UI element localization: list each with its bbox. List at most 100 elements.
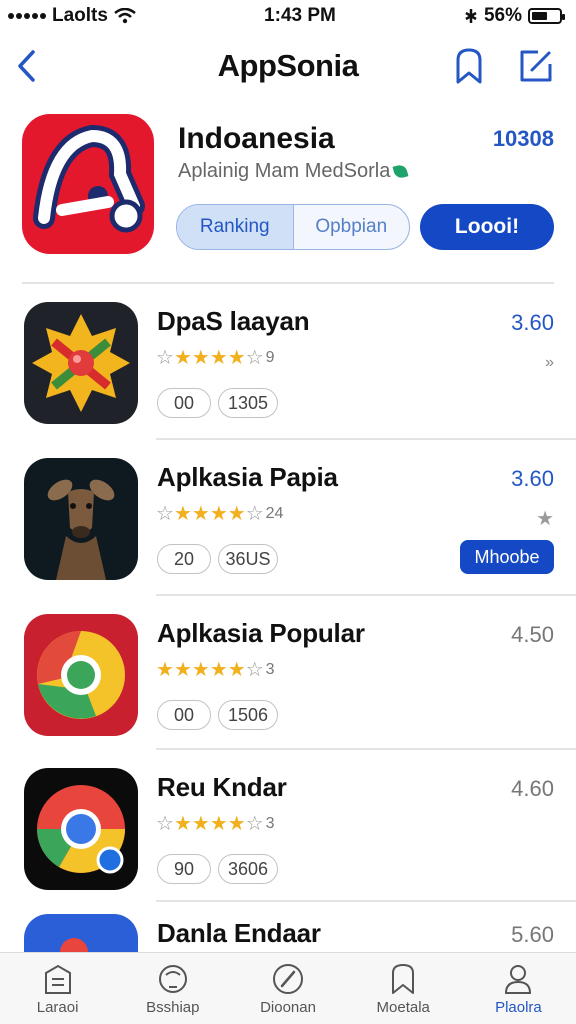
star-icon: ★ <box>191 347 210 369</box>
tab-home[interactable]: Laraoi <box>0 953 115 1024</box>
divider <box>156 438 576 440</box>
featured-subtitle-text: Aplainig Mam MedSorla <box>178 160 391 182</box>
app-action-button[interactable]: Mhoobe <box>460 540 554 574</box>
divider <box>156 594 576 596</box>
tag-pill[interactable]: 36US <box>218 544 278 574</box>
star-icon: ☆ <box>245 813 264 835</box>
list-item[interactable]: DpaS laayan 3.60 ☆ ★ ★ ★ ★ ☆ 9 00 1305 » <box>0 294 576 444</box>
list-item[interactable]: Aplkasia Papia 3.60 ☆ ★ ★ ★ ★ ☆ 24 20 36… <box>0 450 576 600</box>
favorite-star-icon[interactable]: ★ <box>536 506 554 531</box>
compose-icon <box>520 50 552 82</box>
status-left: Laolts <box>8 5 136 27</box>
rating-count: 3 <box>265 815 275 832</box>
star-icon: ★ <box>191 503 210 525</box>
page-title: AppSonia <box>217 48 359 83</box>
tab-profile[interactable]: Plaolra <box>461 953 576 1024</box>
star-icon: ★ <box>209 347 228 369</box>
carrier-label: Laolts <box>52 5 108 26</box>
star-icon: ★ <box>191 813 210 835</box>
tag-pill[interactable]: 1506 <box>218 700 278 730</box>
segment-ranking[interactable]: Ranking <box>177 205 294 249</box>
swirl-logo-graphic <box>37 631 125 719</box>
app-icon <box>24 768 138 890</box>
bookmark-icon <box>392 964 415 994</box>
app-name: Danla Endaar <box>157 918 321 948</box>
star-icon: ☆ <box>245 503 264 525</box>
location-icon <box>465 9 477 23</box>
person-icon <box>505 965 532 994</box>
featured-app-icon[interactable] <box>22 114 154 254</box>
app-name: DpaS laayan <box>157 306 310 336</box>
star-icon: ☆ <box>156 503 174 525</box>
app-score: 3.60 <box>511 466 554 491</box>
star-icon: ★ <box>173 659 192 681</box>
browser-logo-graphic <box>37 785 125 874</box>
bookmark-button[interactable] <box>448 44 490 88</box>
status-time: 1:43 PM <box>264 5 336 26</box>
list-item[interactable]: Reu Kndar 4.60 ☆ ★ ★ ★ ★ ☆ 3 90 3606 <box>0 760 576 910</box>
deer-graphic <box>47 479 115 580</box>
star-icon: ☆ <box>156 347 174 369</box>
segment-option[interactable]: Opbpian <box>294 205 410 249</box>
tag-pill[interactable]: 3606 <box>218 854 278 884</box>
back-button[interactable] <box>8 44 44 88</box>
tag-pill[interactable]: 1305 <box>218 388 278 418</box>
star-icon: ★ <box>156 659 174 681</box>
rating-count: 24 <box>265 505 284 522</box>
chevron-right-icon[interactable]: » <box>545 354 554 372</box>
signal-icon <box>8 13 46 19</box>
star-icon: ★ <box>227 659 246 681</box>
app-name: Reu Kndar <box>157 772 287 802</box>
star-icon: ★ <box>173 503 192 525</box>
chevron-left-icon <box>18 50 35 82</box>
featured-action-button[interactable]: Loooi! <box>420 204 554 250</box>
tab-label: Dioonan <box>260 999 316 1016</box>
status-right: 56% <box>464 5 565 27</box>
tag-pill[interactable]: 20 <box>157 544 211 574</box>
star-icon: ★ <box>227 813 246 835</box>
tab-label: Laraoi <box>36 999 79 1016</box>
rating-count: 3 <box>265 661 275 678</box>
tab-discover[interactable]: Bsshiap <box>115 953 230 1024</box>
app-name: Aplkasia Papia <box>157 462 338 492</box>
tag-pill[interactable]: 90 <box>157 854 211 884</box>
tab-explore[interactable]: Dioonan <box>230 953 345 1024</box>
star-icon: ★ <box>209 813 228 835</box>
compose-button[interactable] <box>514 44 558 88</box>
tab-label: Bsshiap <box>146 999 200 1016</box>
leaf-icon <box>392 163 409 180</box>
star-rating: ☆ ★ ★ ★ ★ ☆ 24 <box>156 504 283 524</box>
list-item[interactable]: Aplkasia Popular 4.50 ★ ★ ★ ★ ★ ☆ 3 00 1… <box>0 606 576 756</box>
battery-icon <box>527 8 565 24</box>
divider <box>22 282 554 284</box>
featured-app-count: 10308 <box>492 126 554 151</box>
star-rating: ★ ★ ★ ★ ★ ☆ 3 <box>156 660 275 680</box>
app-score: 5.60 <box>511 922 554 947</box>
partial-logo-graphic <box>60 938 88 952</box>
app-score: 3.60 <box>511 310 554 335</box>
tab-bar: Laraoi Bsshiap Dioonan Moetala Plaolra <box>0 952 576 1024</box>
app-icon <box>24 458 138 580</box>
building-icon <box>44 964 71 994</box>
bookmark-icon <box>456 48 482 84</box>
tag-pill[interactable]: 00 <box>157 700 211 730</box>
featured-app-title: Indoanesia <box>178 122 335 155</box>
status-bar: Laolts 1:43 PM 56% <box>0 0 576 32</box>
app-icon <box>24 614 138 736</box>
app-icon <box>24 914 138 952</box>
wifi-icon <box>114 8 136 24</box>
app-score: 4.60 <box>511 776 554 801</box>
divider <box>156 900 576 902</box>
star-icon: ★ <box>173 347 192 369</box>
featured-app: Indoanesia 10308 Aplainig Mam MedSorla R… <box>0 110 576 280</box>
featured-app-subtitle: Aplainig Mam MedSorla <box>178 160 409 183</box>
star-rating: ☆ ★ ★ ★ ★ ☆ 3 <box>156 814 275 834</box>
star-icon: ★ <box>227 347 246 369</box>
segmented-control: Ranking Opbpian <box>176 204 410 250</box>
nav-bar: AppSonia <box>0 36 576 96</box>
tab-label: Moetala <box>376 999 430 1016</box>
star-icon: ☆ <box>245 347 264 369</box>
tab-saved[interactable]: Moetala <box>346 953 461 1024</box>
tag-pill[interactable]: 00 <box>157 388 211 418</box>
list-item[interactable]: Danla Endaar 5.60 <box>0 906 576 952</box>
